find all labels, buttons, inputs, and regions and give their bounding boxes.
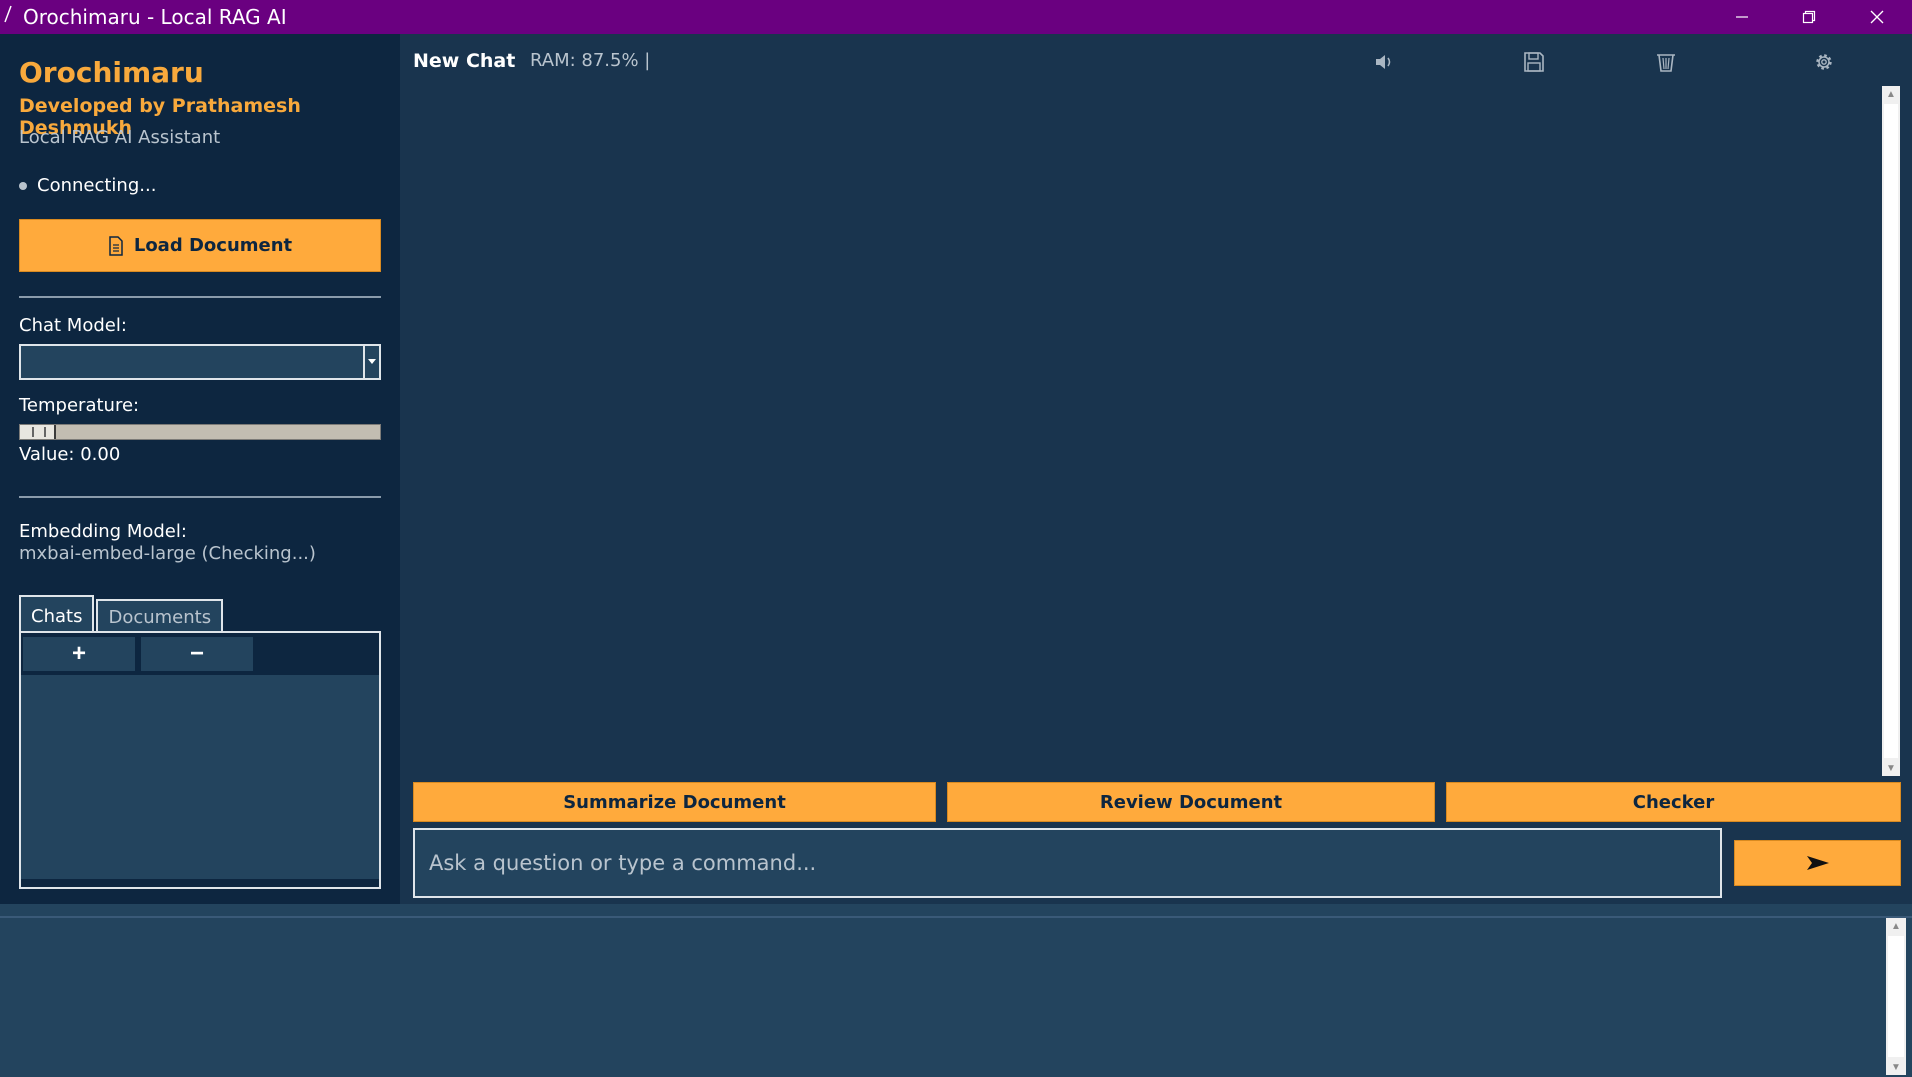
log-output-area[interactable] [0, 916, 1912, 1077]
window-title: Orochimaru - Local RAG AI [23, 5, 287, 29]
chat-title: New Chat [413, 50, 516, 72]
divider [19, 296, 381, 298]
review-document-button[interactable]: Review Document [947, 782, 1435, 822]
document-icon [109, 235, 123, 256]
trash-icon [1657, 54, 1675, 72]
dropdown-arrow-icon[interactable] [363, 346, 379, 378]
save-icon [1524, 52, 1544, 72]
chat-model-select[interactable] [19, 344, 381, 380]
chats-panel: + − [19, 631, 381, 889]
gear-icon [1816, 54, 1832, 70]
settings-button[interactable] [1810, 48, 1838, 76]
load-document-label: Load Document [133, 235, 293, 256]
restore-icon [1802, 10, 1816, 24]
summarize-document-button[interactable]: Summarize Document [413, 782, 936, 822]
app-name: Orochimaru [19, 56, 204, 89]
scroll-down-icon[interactable]: ▼ [1886, 1059, 1906, 1075]
speaker-button[interactable] [1370, 48, 1398, 76]
slider-thumb[interactable] [20, 425, 56, 439]
chat-messages-area[interactable] [413, 86, 1881, 776]
ram-usage: RAM: 87.5% | [530, 50, 651, 71]
sidebar: Orochimaru Developed by Prathamesh Deshm… [0, 34, 400, 904]
clear-chat-button[interactable] [1652, 48, 1680, 76]
tab-chats[interactable]: Chats [19, 595, 95, 635]
status-dot-icon [19, 181, 27, 190]
close-icon [1870, 10, 1884, 24]
temperature-slider[interactable] [19, 424, 381, 440]
minimize-icon [1736, 16, 1748, 18]
chat-list[interactable] [21, 675, 379, 879]
tab-documents[interactable]: Documents [96, 599, 224, 633]
send-button[interactable] [1734, 840, 1901, 886]
restore-button[interactable] [1779, 0, 1839, 34]
minimize-button[interactable] [1712, 0, 1772, 34]
send-arrow-icon [1806, 856, 1829, 870]
speaker-icon [1376, 55, 1391, 69]
chat-input-placeholder: Ask a question or type a command... [429, 851, 817, 875]
scroll-thumb[interactable] [1888, 936, 1904, 1057]
app-subtitle: Local RAG AI Assistant [19, 127, 221, 148]
scroll-up-icon[interactable]: ▲ [1886, 918, 1906, 934]
temperature-value: Value: 0.00 [19, 444, 121, 465]
close-button[interactable] [1847, 0, 1907, 34]
chat-model-label: Chat Model: [19, 315, 127, 336]
app-icon [4, 5, 12, 23]
checker-button[interactable]: Checker [1446, 782, 1901, 822]
remove-chat-button[interactable]: − [141, 637, 253, 671]
scroll-up-icon[interactable]: ▲ [1882, 86, 1900, 102]
divider [19, 496, 381, 498]
chat-input[interactable]: Ask a question or type a command... [413, 828, 1722, 898]
sidebar-tabs: Chats Documents [19, 595, 225, 635]
log-scrollbar[interactable]: ▲ ▼ [1886, 918, 1906, 1075]
scroll-thumb[interactable] [1884, 104, 1898, 758]
add-chat-button[interactable]: + [23, 637, 135, 671]
load-document-button[interactable]: Load Document [19, 219, 381, 272]
embedding-model-value: mxbai-embed-large (Checking...) [19, 543, 316, 564]
chat-scrollbar[interactable]: ▲ ▼ [1882, 86, 1900, 776]
embedding-model-label: Embedding Model: [19, 521, 187, 542]
status-text: Connecting... [37, 175, 157, 196]
save-chat-button[interactable] [1520, 48, 1548, 76]
connection-status: Connecting... [19, 175, 156, 196]
main-panel: New Chat RAM: 87.5% | ▲ ▼ Summarize Docu… [400, 34, 1912, 904]
temperature-label: Temperature: [19, 395, 140, 416]
scroll-down-icon[interactable]: ▼ [1882, 760, 1900, 776]
title-bar: Orochimaru - Local RAG AI [0, 0, 1912, 34]
